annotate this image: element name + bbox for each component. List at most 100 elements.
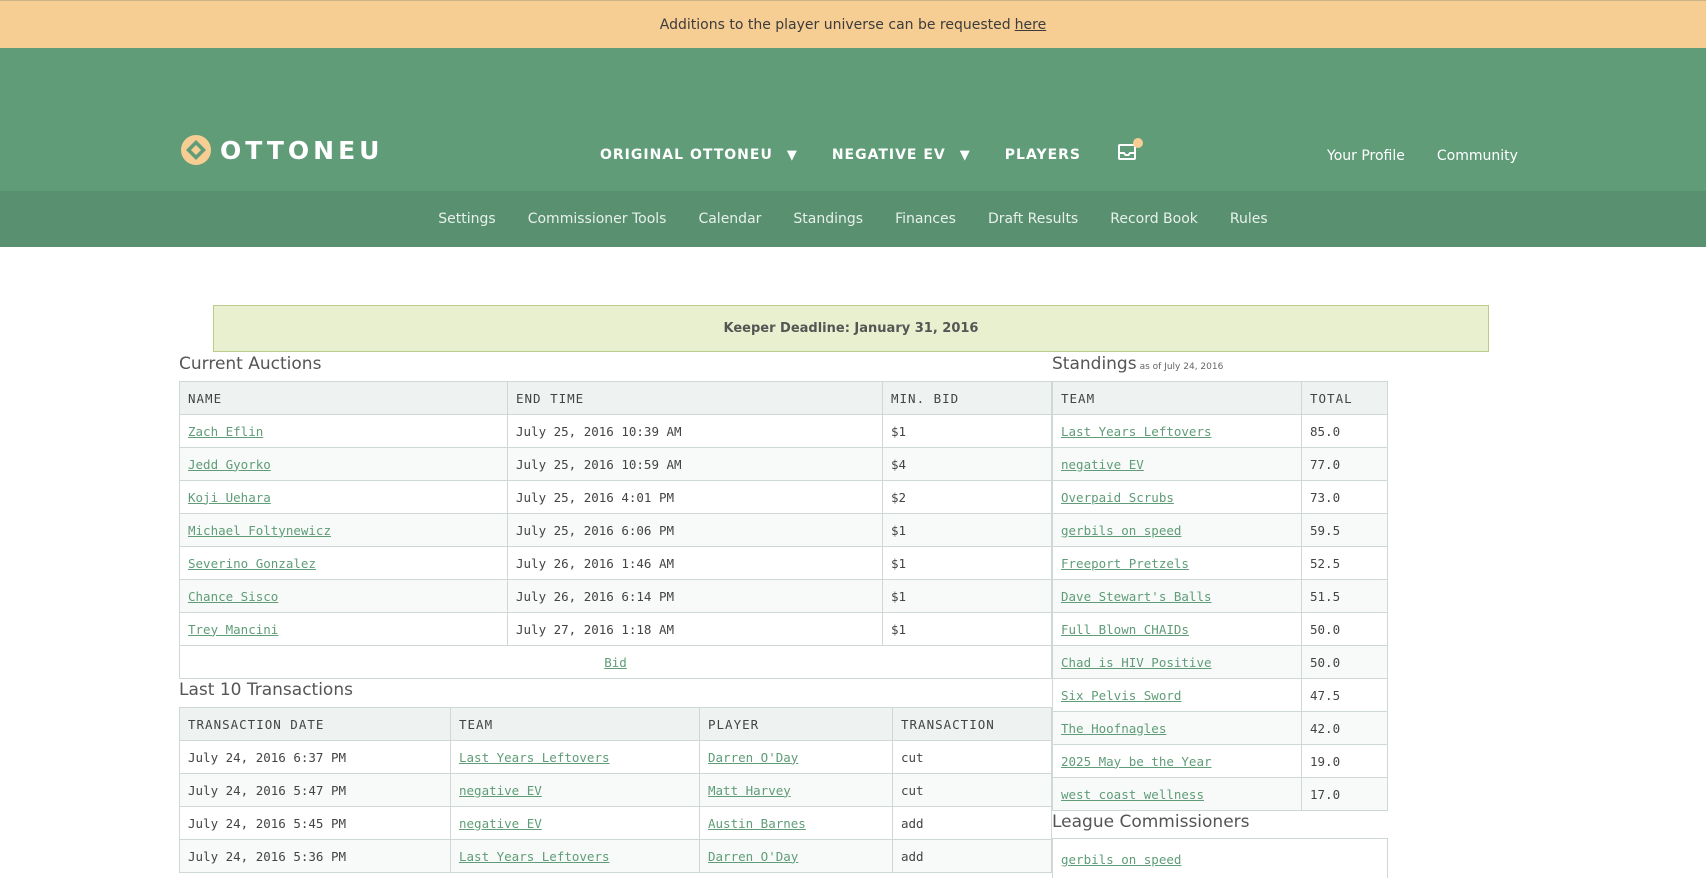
table-row: Dave Stewart's Balls 51.5 bbox=[1052, 579, 1388, 613]
transaction-date: July 24, 2016 5:45 PM bbox=[179, 806, 451, 840]
player-link[interactable]: Matt Harvey bbox=[708, 783, 791, 798]
logo[interactable]: OTTONEU bbox=[180, 134, 384, 166]
team-total: 47.5 bbox=[1301, 678, 1388, 712]
player-link[interactable]: Darren O'Day bbox=[708, 849, 798, 864]
team-link[interactable]: Overpaid Scrubs bbox=[1061, 490, 1174, 505]
col-name: NAME bbox=[179, 381, 508, 415]
subnav-commissioner-tools[interactable]: Commissioner Tools bbox=[528, 211, 667, 227]
player-link[interactable]: Austin Barnes bbox=[708, 816, 806, 831]
nav-negative-ev[interactable]: NEGATIVE EV ▼ bbox=[832, 147, 971, 163]
table-row: 2025 May be the Year 19.0 bbox=[1052, 744, 1388, 778]
transaction-date: July 24, 2016 5:36 PM bbox=[179, 839, 451, 873]
min-bid: $1 bbox=[882, 612, 1052, 646]
player-link[interactable]: Severino Gonzalez bbox=[188, 556, 316, 571]
table-row: west coast wellness 17.0 bbox=[1052, 777, 1388, 811]
site-header: OTTONEU ORIGINAL OTTONEU ▼ NEGATIVE EV ▼… bbox=[0, 48, 1706, 191]
team-total: 17.0 bbox=[1301, 777, 1388, 811]
subnav-standings[interactable]: Standings bbox=[793, 211, 863, 227]
chevron-down-icon: ▼ bbox=[786, 147, 798, 163]
table-row: Severino Gonzalez July 26, 2016 1:46 AM … bbox=[179, 546, 1052, 580]
bid-link[interactable]: Bid bbox=[604, 655, 627, 670]
end-time: July 26, 2016 6:14 PM bbox=[507, 579, 883, 613]
team-link[interactable]: west coast wellness bbox=[1061, 787, 1204, 802]
announcement-text: Additions to the player universe can be … bbox=[659, 16, 1011, 33]
subnav-record-book[interactable]: Record Book bbox=[1110, 211, 1198, 227]
table-row: Koji Uehara July 25, 2016 4:01 PM $2 bbox=[179, 480, 1052, 514]
subnav-settings[interactable]: Settings bbox=[438, 211, 495, 227]
team-link[interactable]: Full Blown CHAIDs bbox=[1061, 622, 1189, 637]
league-subnav: Settings Commissioner Tools Calendar Sta… bbox=[0, 191, 1706, 247]
player-link[interactable]: Zach Eflin bbox=[188, 424, 263, 439]
nav-original-ottoneu[interactable]: ORIGINAL OTTONEU ▼ bbox=[600, 147, 798, 163]
team-link[interactable]: Freeport Pretzels bbox=[1061, 556, 1189, 571]
team-total: 19.0 bbox=[1301, 744, 1388, 778]
end-time: July 27, 2016 1:18 AM bbox=[507, 612, 883, 646]
team-link[interactable]: Six Pelvis Sword bbox=[1061, 688, 1181, 703]
player-link[interactable]: Trey Mancini bbox=[188, 622, 278, 637]
table-row: Six Pelvis Sword 47.5 bbox=[1052, 678, 1388, 712]
team-total: 77.0 bbox=[1301, 447, 1388, 481]
table-row: Zach Eflin July 25, 2016 10:39 AM $1 bbox=[179, 414, 1052, 448]
col-team: TEAM bbox=[1052, 381, 1302, 415]
col-end-time: END TIME bbox=[507, 381, 883, 415]
table-row: Last Years Leftovers 85.0 bbox=[1052, 414, 1388, 448]
team-total: 73.0 bbox=[1301, 480, 1388, 514]
main-nav: ORIGINAL OTTONEU ▼ NEGATIVE EV ▼ PLAYERS bbox=[600, 138, 1144, 163]
team-total: 59.5 bbox=[1301, 513, 1388, 547]
nav-original-ottoneu-label: ORIGINAL OTTONEU bbox=[600, 147, 773, 163]
end-time: July 26, 2016 1:46 AM bbox=[507, 546, 883, 580]
team-total: 52.5 bbox=[1301, 546, 1388, 580]
col-team: TEAM bbox=[450, 707, 700, 741]
min-bid: $2 bbox=[882, 480, 1052, 514]
transaction-date: July 24, 2016 5:47 PM bbox=[179, 773, 451, 807]
table-row: Full Blown CHAIDs 50.0 bbox=[1052, 612, 1388, 646]
min-bid: $1 bbox=[882, 546, 1052, 580]
standings-title: Standings as of July 24, 2016 bbox=[1052, 354, 1223, 374]
team-link[interactable]: negative EV bbox=[459, 783, 542, 798]
auctions-table: NAME END TIME MIN. BID Zach Eflin July 2… bbox=[179, 381, 1052, 679]
min-bid: $1 bbox=[882, 513, 1052, 547]
keeper-deadline-banner: Keeper Deadline: January 31, 2016 bbox=[213, 305, 1489, 352]
subnav-calendar[interactable]: Calendar bbox=[698, 211, 761, 227]
table-row: July 24, 2016 5:36 PM Last Years Leftove… bbox=[179, 839, 1052, 873]
player-link[interactable]: Koji Uehara bbox=[188, 490, 271, 505]
nav-players[interactable]: PLAYERS bbox=[1005, 147, 1081, 163]
min-bid: $1 bbox=[882, 579, 1052, 613]
mail-icon[interactable] bbox=[1117, 138, 1144, 162]
subnav-finances[interactable]: Finances bbox=[895, 211, 956, 227]
team-link[interactable]: Last Years Leftovers bbox=[459, 750, 610, 765]
announcement-link[interactable]: here bbox=[1015, 17, 1047, 33]
subnav-rules[interactable]: Rules bbox=[1230, 211, 1268, 227]
nav-players-label: PLAYERS bbox=[1004, 147, 1082, 163]
team-link[interactable]: Chad is HIV Positive bbox=[1061, 655, 1212, 670]
player-link[interactable]: Michael Foltynewicz bbox=[188, 523, 331, 538]
team-link[interactable]: Last Years Leftovers bbox=[459, 849, 610, 864]
min-bid: $4 bbox=[882, 447, 1052, 481]
standings-table: TEAM TOTAL Last Years Leftovers 85.0 nega… bbox=[1052, 381, 1388, 811]
end-time: July 25, 2016 6:06 PM bbox=[507, 513, 883, 547]
commissioner-link[interactable]: gerbils on speed bbox=[1061, 852, 1181, 867]
team-link[interactable]: Last Years Leftovers bbox=[1061, 424, 1212, 439]
community-link[interactable]: Community bbox=[1437, 148, 1518, 164]
transaction-type: cut bbox=[892, 773, 1052, 807]
transaction-date: July 24, 2016 6:37 PM bbox=[179, 740, 451, 774]
subnav-draft-results[interactable]: Draft Results bbox=[988, 211, 1078, 227]
team-link[interactable]: Dave Stewart's Balls bbox=[1061, 589, 1212, 604]
team-total: 50.0 bbox=[1301, 645, 1388, 679]
end-time: July 25, 2016 4:01 PM bbox=[507, 480, 883, 514]
table-row: Jedd Gyorko July 25, 2016 10:59 AM $4 bbox=[179, 447, 1052, 481]
notification-dot bbox=[1133, 138, 1144, 148]
player-link[interactable]: Chance Sisco bbox=[188, 589, 278, 604]
col-total: TOTAL bbox=[1301, 381, 1388, 415]
ottoneu-logo-icon bbox=[181, 135, 211, 165]
team-link[interactable]: negative EV bbox=[1061, 457, 1144, 472]
team-link[interactable]: 2025 May be the Year bbox=[1061, 754, 1212, 769]
team-total: 85.0 bbox=[1301, 414, 1388, 448]
your-profile-link[interactable]: Your Profile bbox=[1327, 148, 1405, 164]
team-link[interactable]: negative EV bbox=[459, 816, 542, 831]
player-link[interactable]: Darren O'Day bbox=[708, 750, 798, 765]
team-link[interactable]: gerbils on speed bbox=[1061, 523, 1181, 538]
standings-subtitle: as of July 24, 2016 bbox=[1139, 362, 1224, 372]
player-link[interactable]: Jedd Gyorko bbox=[188, 457, 271, 472]
team-link[interactable]: The Hoofnagles bbox=[1061, 721, 1166, 736]
